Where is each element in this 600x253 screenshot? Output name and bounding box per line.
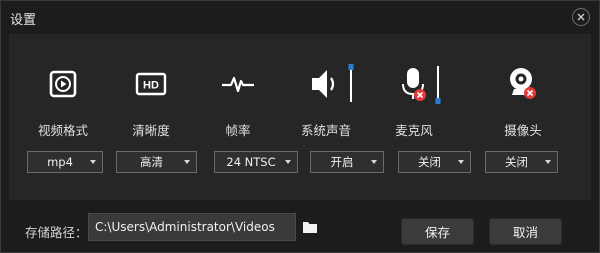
chevron-down-icon — [285, 160, 291, 164]
chevron-down-icon — [371, 160, 377, 164]
frame-rate-icon — [222, 76, 254, 93]
settings-dialog: 设置 视频格式 HD 清晰度 帧率 系统声音 麦克风 摄像头 mp4 高清 24… — [0, 0, 600, 253]
title-bar: 设置 — [1, 1, 599, 33]
microphone-volume-slider[interactable] — [434, 64, 442, 104]
folder-icon[interactable] — [302, 220, 318, 234]
video-format-select[interactable]: mp4 — [27, 151, 103, 173]
svg-text:HD: HD — [143, 80, 159, 92]
cancel-button-label: 取消 — [512, 225, 538, 240]
setting-frame-rate: 帧率 — [194, 34, 282, 200]
close-button[interactable] — [572, 8, 590, 26]
save-button[interactable]: 保存 — [401, 218, 474, 245]
close-icon — [577, 13, 585, 21]
setting-label: 视频格式 — [37, 123, 88, 138]
cancel-button[interactable]: 取消 — [489, 218, 562, 245]
hd-icon: HD — [135, 72, 167, 96]
webcam-disabled-icon — [510, 68, 536, 99]
frame-rate-select[interactable]: 24 NTSC — [214, 151, 298, 173]
microphone-select[interactable]: 关闭 — [398, 151, 471, 173]
setting-video-format: 视频格式 — [19, 34, 107, 200]
chevron-down-icon — [458, 160, 464, 164]
setting-label: 摄像头 — [504, 123, 542, 138]
setting-label: 清晰度 — [132, 123, 170, 138]
storage-path-field[interactable]: C:\Users\Administrator\Videos — [88, 213, 296, 241]
chevron-down-icon — [90, 160, 96, 164]
system-sound-select[interactable]: 开启 — [310, 151, 384, 173]
chevron-down-icon — [545, 160, 551, 164]
resolution-select[interactable]: 高清 — [116, 151, 197, 173]
video-format-icon — [49, 70, 77, 98]
setting-webcam: 摄像头 — [479, 34, 567, 200]
setting-system-sound: 系统声音 — [282, 34, 370, 200]
volume-slider[interactable] — [347, 64, 355, 104]
setting-label: 麦克风 — [395, 123, 433, 138]
storage-path-label: 存储路径： — [25, 225, 88, 240]
save-button-label: 保存 — [424, 225, 450, 240]
storage-path-value: C:\Users\Administrator\Videos — [95, 220, 275, 234]
dialog-title: 设置 — [10, 13, 37, 28]
setting-label: 帧率 — [225, 123, 251, 138]
setting-label: 系统声音 — [300, 123, 351, 138]
settings-panel: 视频格式 HD 清晰度 帧率 系统声音 麦克风 摄像头 mp4 高清 24 NT… — [9, 34, 591, 200]
microphone-disabled-icon — [402, 68, 426, 101]
chevron-down-icon — [184, 160, 190, 164]
webcam-select[interactable]: 关闭 — [485, 151, 558, 173]
speaker-icon — [312, 70, 335, 98]
setting-microphone: 麦克风 — [370, 34, 458, 200]
setting-resolution: HD 清晰度 — [107, 34, 195, 200]
